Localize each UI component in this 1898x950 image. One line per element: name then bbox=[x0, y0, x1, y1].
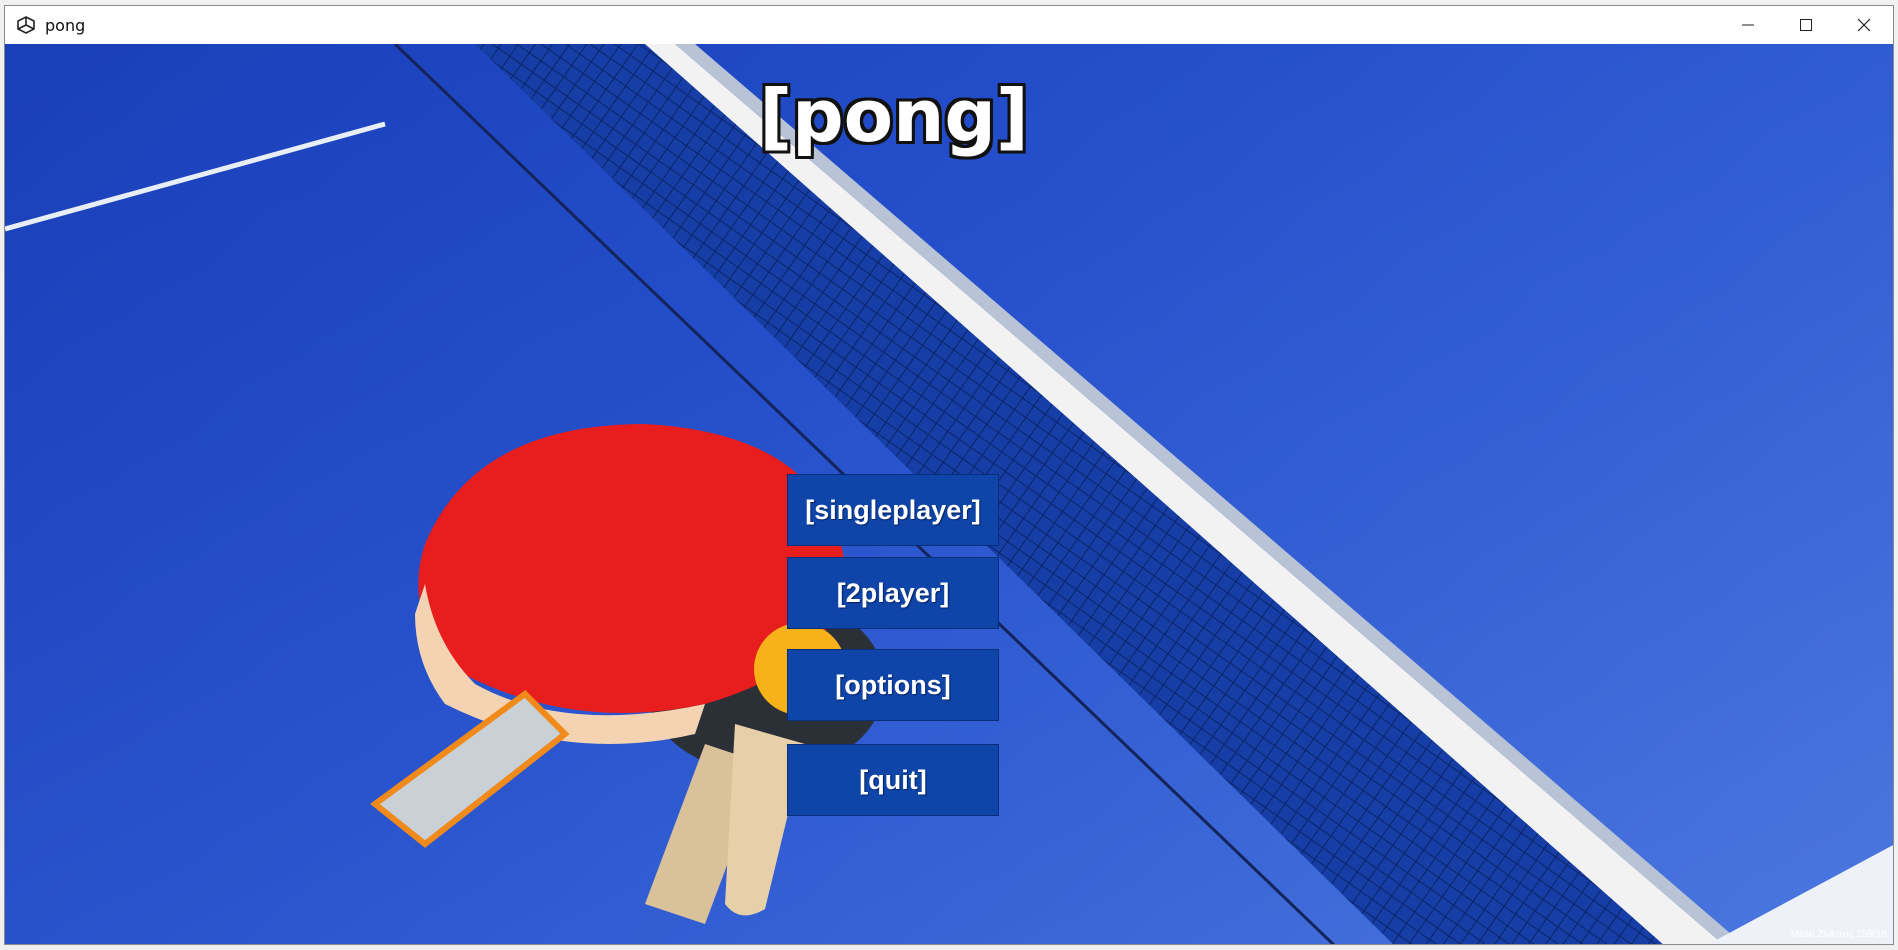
title-bar[interactable]: pong bbox=[5, 6, 1893, 44]
minimize-icon bbox=[1742, 24, 1754, 26]
window-controls bbox=[1719, 6, 1893, 44]
options-button[interactable]: [options] bbox=[787, 649, 999, 721]
game-title: [pong] bbox=[759, 74, 1029, 158]
author-credit: Milan Zivkovic 159/15 bbox=[1790, 929, 1887, 940]
singleplayer-button[interactable]: [singleplayer] bbox=[787, 474, 999, 546]
game-viewport: [pong] [singleplayer] [2player] [options… bbox=[5, 44, 1893, 944]
game-window: pong [pong] [singleplayer] [2player] [op… bbox=[4, 5, 1894, 945]
quit-button[interactable]: [quit] bbox=[787, 744, 999, 816]
maximize-icon bbox=[1800, 19, 1812, 31]
maximize-button[interactable] bbox=[1777, 6, 1835, 44]
unity-icon bbox=[15, 14, 37, 36]
window-title: pong bbox=[45, 15, 86, 35]
close-button[interactable] bbox=[1835, 6, 1893, 44]
minimize-button[interactable] bbox=[1719, 6, 1777, 44]
two-player-button[interactable]: [2player] bbox=[787, 557, 999, 629]
close-icon bbox=[1857, 18, 1871, 32]
